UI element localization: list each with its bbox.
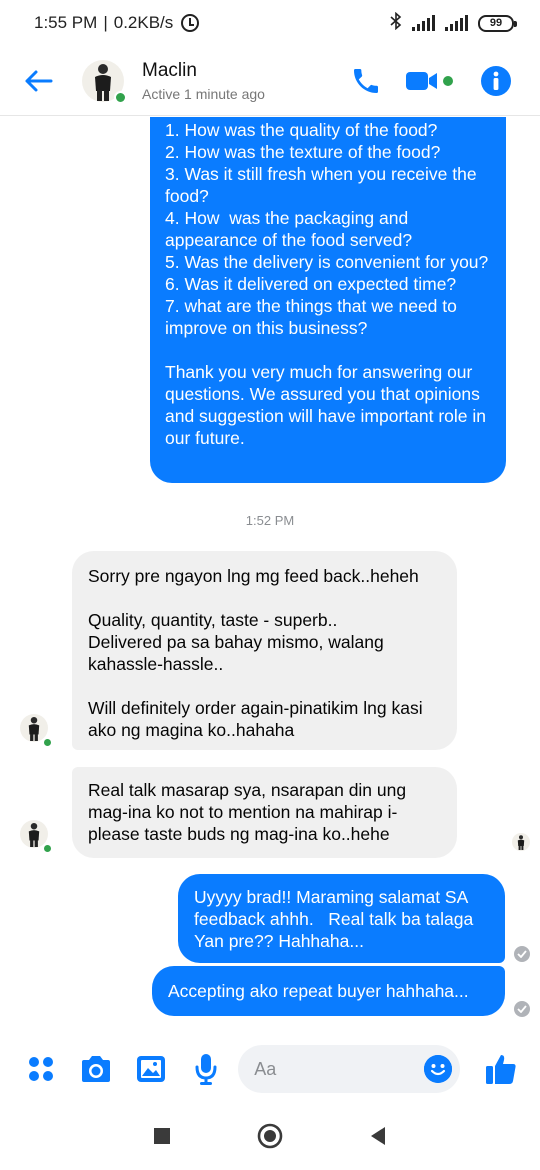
emoji-icon <box>423 1055 452 1083</box>
menu-dots-icon <box>29 1057 54 1081</box>
header-actions <box>350 65 512 97</box>
status-left: 1:55 PM | 0.2KB/s <box>34 13 200 33</box>
message-list[interactable]: 1. How was the quality of the food? 2. H… <box>0 117 540 1027</box>
video-call-button[interactable] <box>404 66 458 96</box>
like-button[interactable] <box>482 1049 520 1089</box>
online-indicator <box>42 737 53 748</box>
message-composer: Aa <box>0 1034 540 1104</box>
contact-avatar[interactable] <box>82 59 127 104</box>
online-indicator <box>42 843 53 854</box>
chat-header: Maclin Active 1 minute ago <box>0 46 540 116</box>
recent-apps-button[interactable] <box>153 1127 171 1150</box>
voice-call-button[interactable] <box>350 65 382 97</box>
sent-check-icon <box>514 1001 530 1017</box>
read-receipt-avatar <box>512 833 530 851</box>
contact-info[interactable]: Maclin Active 1 minute ago <box>142 60 265 102</box>
message-input[interactable]: Aa <box>238 1045 460 1093</box>
message-bubble-outgoing[interactable]: Accepting ako repeat buyer hahhaha... <box>152 966 505 1016</box>
message-bubble-outgoing[interactable]: Uyyyy brad!! Maraming salamat SA feedbac… <box>178 874 505 963</box>
back-nav-button[interactable] <box>369 1126 387 1151</box>
online-indicator <box>114 90 127 104</box>
camera-icon <box>82 1056 111 1082</box>
info-icon <box>481 65 511 96</box>
more-actions-button[interactable] <box>22 1049 60 1089</box>
contact-name: Maclin <box>142 59 197 81</box>
back-arrow-icon <box>25 70 53 91</box>
message-bubble-incoming[interactable]: Real talk masarap sya, nsarapan din ung … <box>72 767 457 858</box>
back-icon <box>371 1126 385 1145</box>
message-bubble-incoming[interactable]: Sorry pre ngayon lng mg feed back..heheh… <box>72 551 457 750</box>
home-button[interactable] <box>257 1123 283 1154</box>
thumbs-up-icon <box>486 1055 516 1084</box>
microphone-icon <box>195 1054 217 1085</box>
status-separator: | <box>103 13 108 32</box>
status-time: 1:55 PM <box>34 13 98 32</box>
gallery-icon <box>137 1056 166 1082</box>
battery-icon: 99 <box>478 14 517 32</box>
status-bar: 1:55 PM | 0.2KB/s 99 <box>0 0 540 46</box>
message-bubble-outgoing[interactable]: 1. How was the quality of the food? 2. H… <box>150 117 506 483</box>
message-timestamp: 1:52 PM <box>245 513 295 528</box>
signal-icon <box>412 15 435 31</box>
system-navigation-bar <box>0 1106 540 1170</box>
back-button[interactable] <box>8 51 68 111</box>
voice-message-button[interactable] <box>187 1049 225 1089</box>
message-input-placeholder: Aa <box>254 1058 277 1079</box>
bluetooth-icon <box>390 11 402 35</box>
signal-icon-2 <box>445 15 468 31</box>
home-icon <box>257 1123 283 1148</box>
gallery-button[interactable] <box>132 1049 170 1089</box>
camera-button[interactable] <box>77 1049 115 1089</box>
info-button[interactable] <box>480 65 512 97</box>
phone-icon <box>354 68 378 93</box>
recent-apps-icon <box>154 1127 170 1144</box>
status-network-speed: 0.2KB/s <box>113 13 174 32</box>
status-right: 99 <box>390 11 517 35</box>
video-call-icon <box>406 71 453 90</box>
alarm-icon <box>181 14 200 32</box>
contact-status: Active 1 minute ago <box>142 85 265 102</box>
emoji-button[interactable] <box>423 1055 452 1083</box>
sent-check-icon <box>514 946 530 962</box>
